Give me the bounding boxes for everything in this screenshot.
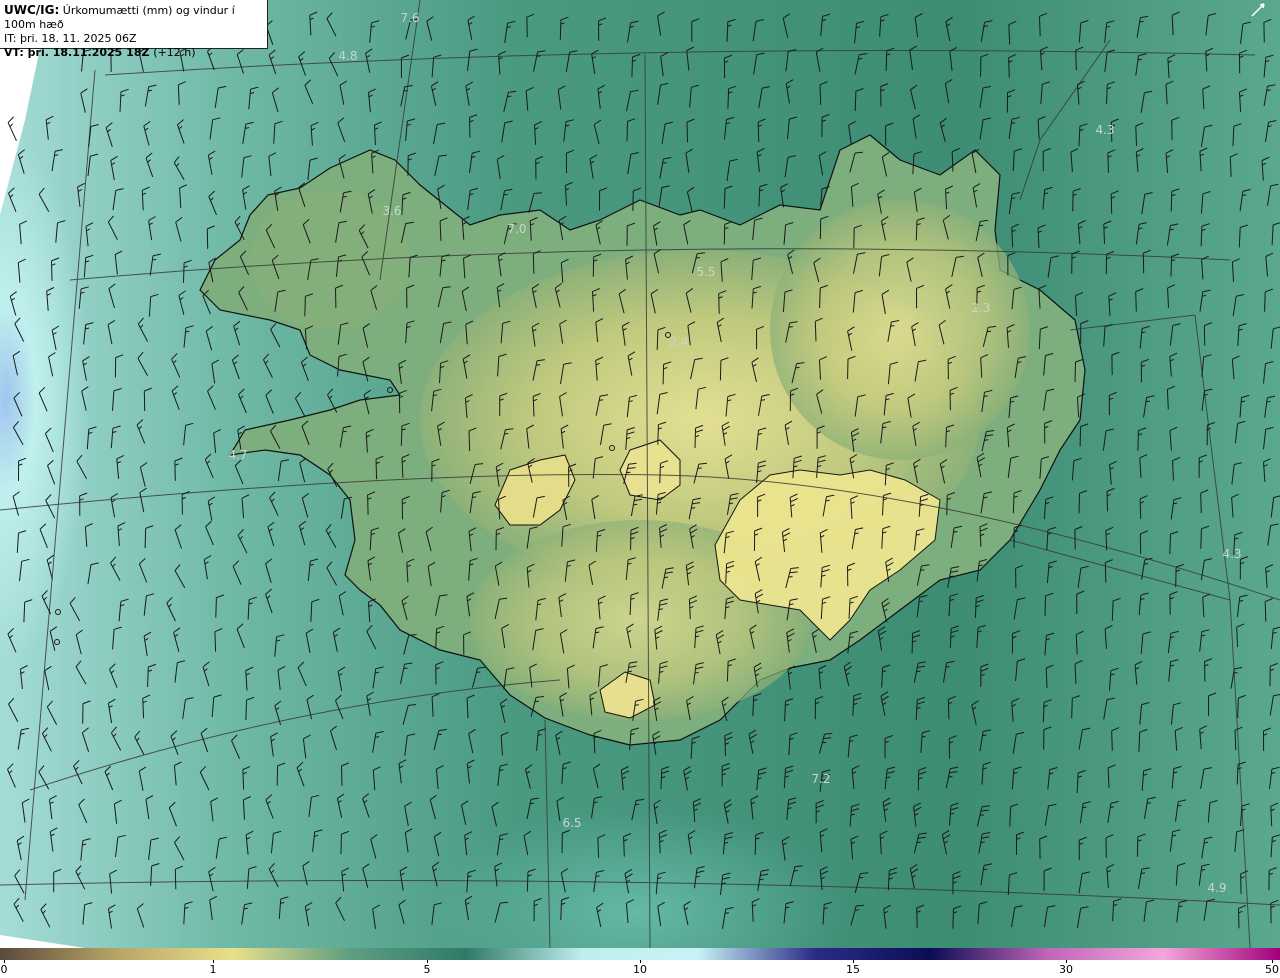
value-label: 6.5 bbox=[562, 816, 582, 830]
wind-barb bbox=[7, 116, 17, 142]
value-label: 7.0 bbox=[507, 222, 527, 236]
value-label: 7.6 bbox=[400, 11, 420, 25]
colorbar-tick-label: 15 bbox=[846, 963, 860, 976]
colorbar-tick-label: 1 bbox=[209, 963, 217, 976]
lead-time: (+12 h) bbox=[153, 46, 196, 59]
value-label: 4.3 bbox=[1222, 547, 1242, 561]
colorbar-gradient bbox=[0, 948, 1280, 960]
value-label: 3.6 bbox=[382, 204, 402, 218]
highland-east bbox=[770, 200, 1030, 460]
valid-time-line: VT: þri. 18.11.2025 18Z (+12 h) bbox=[4, 46, 263, 60]
colorbar-tick-label: 50 bbox=[1265, 963, 1279, 976]
colorbar-tick-label: 0 bbox=[0, 963, 8, 976]
value-label: 4.7 bbox=[228, 448, 248, 462]
value-label: 2.3 bbox=[971, 301, 991, 315]
header-title-line: UWC/IG: Úrkomumætti (mm) og vindur í 100… bbox=[4, 3, 263, 32]
corner-marker bbox=[1251, 3, 1265, 17]
colorbar-tick-label: 10 bbox=[633, 963, 647, 976]
value-label: 4.3 bbox=[1095, 123, 1115, 137]
value-label: 4.9 bbox=[1207, 881, 1227, 895]
map-canvas bbox=[0, 0, 1280, 948]
product-code: UWC/IG: bbox=[4, 3, 60, 17]
value-label: 5.5 bbox=[696, 265, 716, 279]
valid-label: VT: bbox=[4, 46, 24, 59]
value-label: 2.4 bbox=[669, 335, 689, 349]
init-time: þri. 18. 11. 2025 06Z bbox=[19, 32, 137, 45]
map-area: 7.6 4.8 3.6 7.0 5.5 2.4 2.3 4.3 4.7 4.3 … bbox=[0, 0, 1280, 948]
init-label: IT: bbox=[4, 32, 17, 45]
colorbar-tick-label: 30 bbox=[1059, 963, 1073, 976]
header-info-box: UWC/IG: Úrkomumætti (mm) og vindur í 100… bbox=[0, 0, 268, 59]
colorbar-ticks: 0 1 5 10 15 30 50 bbox=[0, 960, 1280, 978]
colorbar-tick-label: 5 bbox=[423, 963, 431, 976]
init-time-line: IT: þri. 18. 11. 2025 06Z bbox=[4, 32, 263, 46]
colorbar bbox=[0, 948, 1280, 960]
value-label: 4.8 bbox=[338, 49, 358, 63]
valid-time: þri. 18.11.2025 18Z bbox=[27, 46, 150, 59]
value-label: 7.2 bbox=[811, 772, 831, 786]
